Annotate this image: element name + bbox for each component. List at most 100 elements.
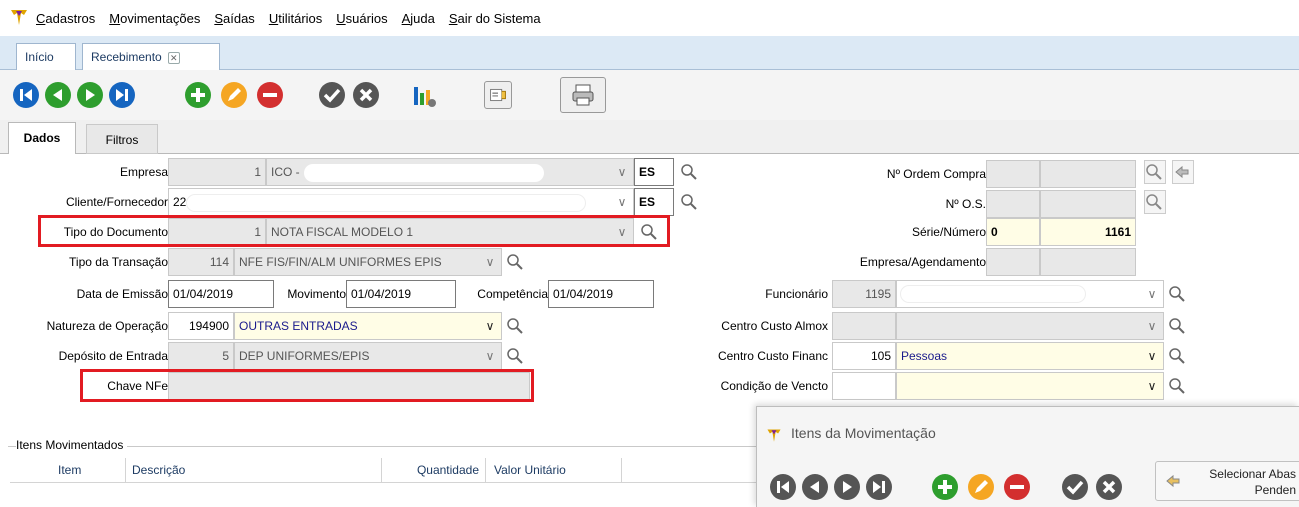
menu-movimentacoes[interactable]: Movimentações <box>109 11 200 26</box>
report-button[interactable] <box>410 81 438 109</box>
natureza-code-field[interactable]: 194900 <box>168 312 234 340</box>
menu-ajuda[interactable]: Ajuda <box>402 11 435 26</box>
previous-record-button[interactable] <box>801 473 829 501</box>
condicao-code-field[interactable] <box>832 372 896 400</box>
chevron-down-icon[interactable]: ∨ <box>1144 280 1160 308</box>
confirm-button[interactable] <box>318 81 346 109</box>
print-button[interactable] <box>560 77 606 113</box>
chevron-down-icon[interactable]: ∨ <box>482 248 498 276</box>
cc-almox-code-field[interactable] <box>832 312 896 340</box>
bar-chart-icon <box>414 87 436 107</box>
search-icon[interactable] <box>1168 312 1188 340</box>
chevron-down-icon[interactable]: ∨ <box>1144 372 1160 400</box>
redacted-area <box>186 194 586 212</box>
redacted-area <box>304 164 544 182</box>
data-emissao-field[interactable]: 01/04/2019 <box>168 280 274 308</box>
search-icon[interactable] <box>506 312 526 340</box>
empresa-label: Empresa <box>119 165 168 179</box>
deposito-label: Depósito de Entrada <box>58 349 168 363</box>
next-record-button[interactable] <box>76 81 104 109</box>
os-field-2[interactable] <box>1040 190 1136 218</box>
check-icon <box>319 82 345 108</box>
search-icon[interactable] <box>680 188 700 216</box>
menu-usuarios[interactable]: Usuários <box>336 11 387 26</box>
condicao-name-field[interactable] <box>896 372 1164 400</box>
previous-record-button[interactable] <box>44 81 72 109</box>
column-header-descricao[interactable]: Descrição <box>126 458 382 482</box>
delete-item-button[interactable] <box>1003 473 1031 501</box>
column-header-valor-unitario[interactable]: Valor Unitário <box>486 458 622 482</box>
edit-button[interactable] <box>220 81 248 109</box>
import-icon[interactable] <box>1172 160 1194 184</box>
add-item-button[interactable] <box>931 473 959 501</box>
search-icon[interactable] <box>1144 160 1166 184</box>
search-icon[interactable] <box>1168 342 1188 370</box>
search-icon[interactable] <box>1168 372 1188 400</box>
funcionario-label: Funcionário <box>765 287 828 301</box>
search-icon[interactable] <box>1144 190 1166 214</box>
chevron-down-icon[interactable]: ∨ <box>1144 342 1160 370</box>
competencia-field[interactable]: 01/04/2019 <box>548 280 654 308</box>
delete-button[interactable] <box>256 81 284 109</box>
movimento-field[interactable]: 01/04/2019 <box>346 280 456 308</box>
deposito-name-field[interactable]: DEP UNIFORMES/EPIS <box>234 342 502 370</box>
document-button[interactable] <box>484 81 512 109</box>
first-record-button[interactable] <box>769 473 797 501</box>
chevron-down-icon[interactable]: ∨ <box>482 312 498 340</box>
selecionar-abas-button[interactable]: Selecionar Abas Penden <box>1155 461 1299 501</box>
menu-utilitarios[interactable]: Utilitários <box>269 11 322 26</box>
cliente-uf-field[interactable]: ES <box>634 188 674 216</box>
numero-field[interactable]: 1161 <box>1040 218 1136 246</box>
tipo-transacao-name-field[interactable]: NFE FIS/FIN/ALM UNIFORMES EPIS <box>234 248 502 276</box>
cancel-button[interactable] <box>352 81 380 109</box>
deposito-code-field[interactable]: 5 <box>168 342 234 370</box>
menu-sair[interactable]: Sair do Sistema <box>449 11 541 26</box>
main-toolbar <box>0 70 1299 120</box>
ordem-compra-field-2[interactable] <box>1040 160 1136 188</box>
search-icon[interactable] <box>506 342 526 370</box>
form-area: Empresa Cliente/Fornecedor Tipo do Docum… <box>0 154 1299 444</box>
os-field-1[interactable] <box>986 190 1040 218</box>
tab-recebimento[interactable]: Recebimento ✕ <box>82 43 220 70</box>
search-icon[interactable] <box>680 158 700 186</box>
menu-cadastros[interactable]: Cadastros <box>36 11 95 26</box>
cc-financ-code-field[interactable]: 105 <box>832 342 896 370</box>
first-record-button[interactable] <box>12 81 40 109</box>
add-button[interactable] <box>184 81 212 109</box>
table-row[interactable] <box>10 482 756 507</box>
search-icon[interactable] <box>506 248 526 276</box>
chevron-down-icon[interactable]: ∨ <box>1144 312 1160 340</box>
tipo-transacao-code-field[interactable]: 114 <box>168 248 234 276</box>
empresa-uf-field[interactable]: ES <box>634 158 674 186</box>
itens-group-title: Itens Movimentados <box>16 438 128 452</box>
column-header-quantidade[interactable]: Quantidade <box>382 458 486 482</box>
cc-almox-name-field[interactable] <box>896 312 1164 340</box>
tab-inicio[interactable]: Início <box>16 43 76 70</box>
empresa-code-field[interactable]: 1 <box>168 158 266 186</box>
close-tab-icon[interactable]: ✕ <box>167 51 180 64</box>
add-icon <box>932 474 958 500</box>
tab-filtros[interactable]: Filtros <box>86 124 158 154</box>
serie-field[interactable]: 0 <box>986 218 1040 246</box>
funcionario-code-field[interactable]: 1195 <box>832 280 896 308</box>
itens-movimentacao-window: Itens da Movimentação Selecionar Abas Pe… <box>756 406 1299 507</box>
ordem-compra-field-1[interactable] <box>986 160 1040 188</box>
next-record-button[interactable] <box>833 473 861 501</box>
natureza-label: Natureza de Operação <box>46 319 168 333</box>
search-icon[interactable] <box>1168 280 1188 308</box>
last-record-button[interactable] <box>108 81 136 109</box>
tab-dados[interactable]: Dados <box>8 122 76 156</box>
column-header-item[interactable]: Item <box>10 458 126 482</box>
last-record-button[interactable] <box>865 473 893 501</box>
natureza-name-field[interactable]: OUTRAS ENTRADAS <box>234 312 502 340</box>
cancel-item-button[interactable] <box>1095 473 1123 501</box>
empresa-agendamento-field-1[interactable] <box>986 248 1040 276</box>
menu-saidas[interactable]: Saídas <box>214 11 254 26</box>
chevron-down-icon[interactable]: ∨ <box>614 188 630 216</box>
chevron-down-icon[interactable]: ∨ <box>614 158 630 186</box>
cc-financ-name-field[interactable]: Pessoas <box>896 342 1164 370</box>
empresa-agendamento-field-2[interactable] <box>1040 248 1136 276</box>
edit-item-button[interactable] <box>967 473 995 501</box>
chevron-down-icon[interactable]: ∨ <box>482 342 498 370</box>
confirm-item-button[interactable] <box>1061 473 1089 501</box>
